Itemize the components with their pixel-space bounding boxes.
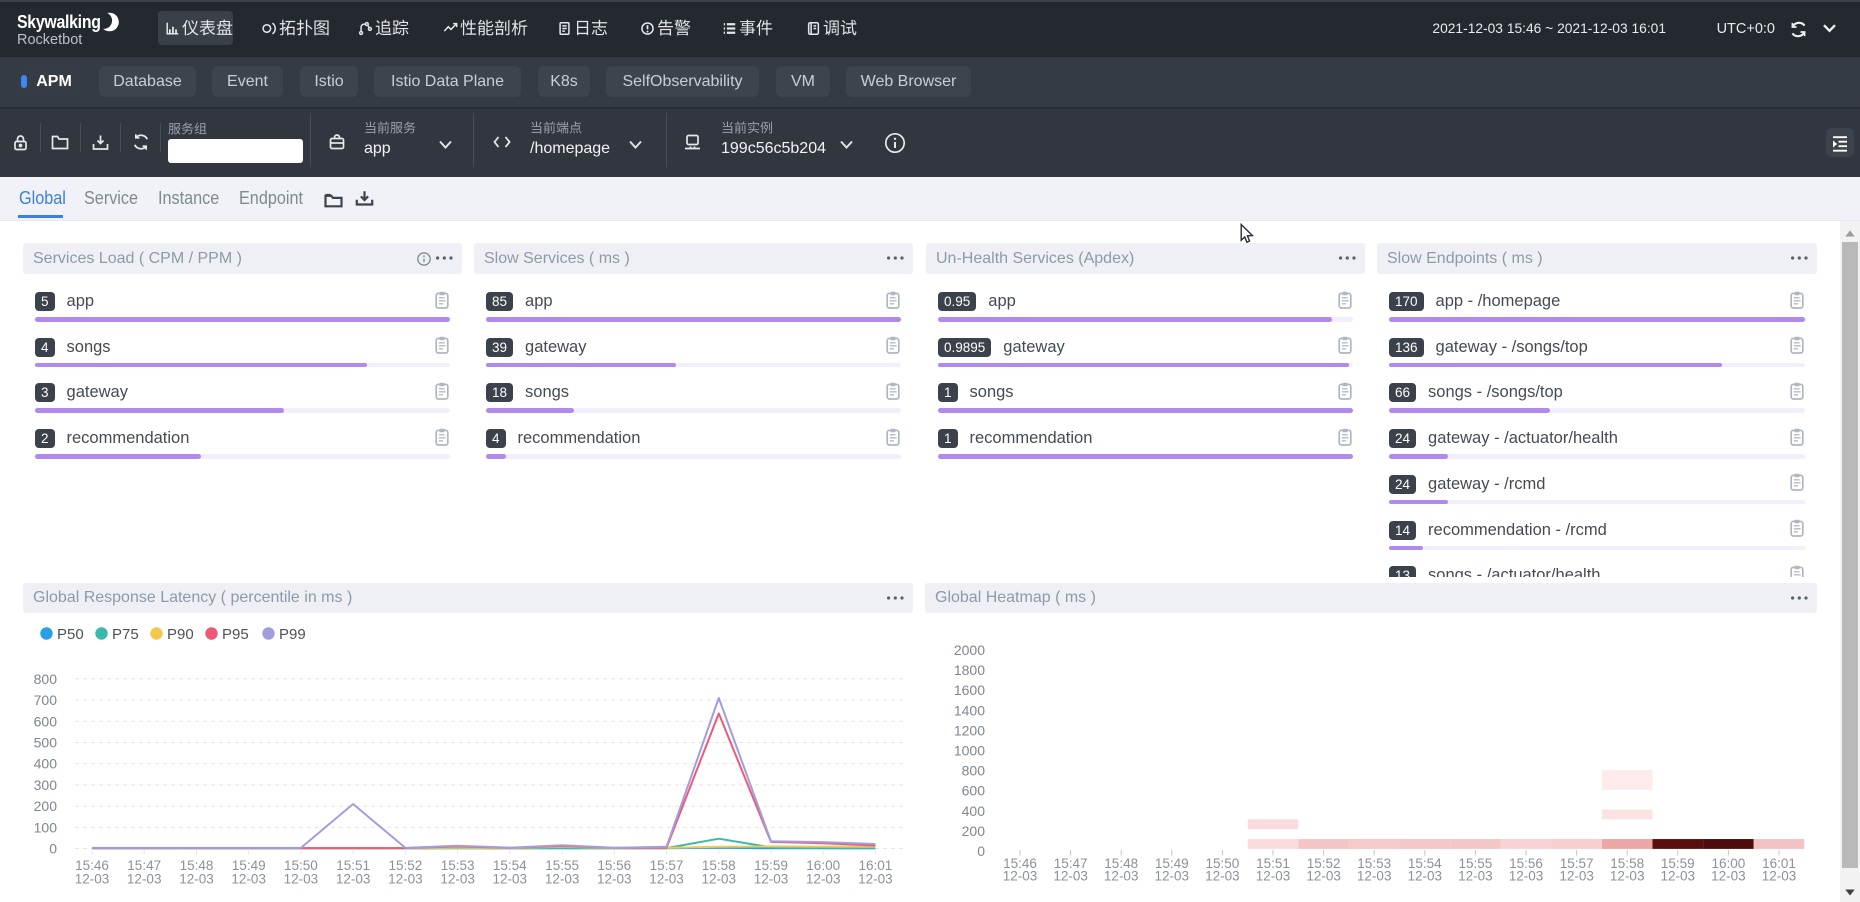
svg-text:12-03: 12-03	[1003, 869, 1038, 884]
svg-text:12-03: 12-03	[1610, 869, 1645, 884]
svg-text:12-03: 12-03	[858, 872, 893, 887]
svg-text:1600: 1600	[954, 682, 985, 698]
svg-text:500: 500	[34, 735, 58, 751]
svg-text:100: 100	[34, 819, 58, 835]
svg-text:800: 800	[962, 763, 986, 779]
svg-text:12-03: 12-03	[75, 872, 110, 887]
svg-text:12-03: 12-03	[1104, 869, 1139, 884]
svg-text:12-03: 12-03	[754, 872, 789, 887]
svg-text:12-03: 12-03	[806, 872, 841, 887]
svg-text:0: 0	[977, 843, 985, 859]
svg-text:12-03: 12-03	[1155, 869, 1190, 884]
svg-text:12-03: 12-03	[1559, 869, 1594, 884]
svg-text:12-03: 12-03	[493, 872, 528, 887]
svg-text:12-03: 12-03	[597, 872, 632, 887]
svg-text:12-03: 12-03	[231, 872, 266, 887]
svg-text:12-03: 12-03	[127, 872, 162, 887]
svg-text:12-03: 12-03	[1458, 869, 1493, 884]
svg-text:12-03: 12-03	[1357, 869, 1392, 884]
svg-text:400: 400	[962, 803, 986, 819]
svg-text:12-03: 12-03	[1509, 869, 1544, 884]
svg-text:12-03: 12-03	[336, 872, 371, 887]
svg-text:800: 800	[34, 671, 58, 687]
svg-text:1800: 1800	[954, 662, 985, 678]
svg-text:1400: 1400	[954, 702, 985, 718]
svg-text:12-03: 12-03	[545, 872, 580, 887]
svg-text:400: 400	[34, 756, 58, 772]
svg-text:12-03: 12-03	[1205, 869, 1240, 884]
svg-text:12-03: 12-03	[179, 872, 214, 887]
svg-text:1000: 1000	[954, 743, 985, 759]
svg-text:600: 600	[34, 713, 58, 729]
svg-text:12-03: 12-03	[1762, 869, 1797, 884]
svg-text:12-03: 12-03	[1053, 869, 1088, 884]
svg-text:2000: 2000	[954, 642, 985, 658]
svg-text:12-03: 12-03	[649, 872, 684, 887]
svg-text:12-03: 12-03	[440, 872, 475, 887]
svg-text:0: 0	[49, 841, 57, 857]
svg-text:700: 700	[34, 692, 58, 708]
svg-text:12-03: 12-03	[388, 872, 423, 887]
svg-text:200: 200	[962, 823, 986, 839]
svg-text:12-03: 12-03	[702, 872, 737, 887]
svg-text:12-03: 12-03	[284, 872, 319, 887]
svg-text:12-03: 12-03	[1408, 869, 1443, 884]
svg-text:600: 600	[962, 783, 986, 799]
svg-text:12-03: 12-03	[1711, 869, 1746, 884]
svg-text:12-03: 12-03	[1256, 869, 1291, 884]
svg-text:200: 200	[34, 798, 58, 814]
svg-text:300: 300	[34, 777, 58, 793]
svg-text:12-03: 12-03	[1306, 869, 1341, 884]
svg-text:12-03: 12-03	[1661, 869, 1696, 884]
svg-text:1200: 1200	[954, 722, 985, 738]
